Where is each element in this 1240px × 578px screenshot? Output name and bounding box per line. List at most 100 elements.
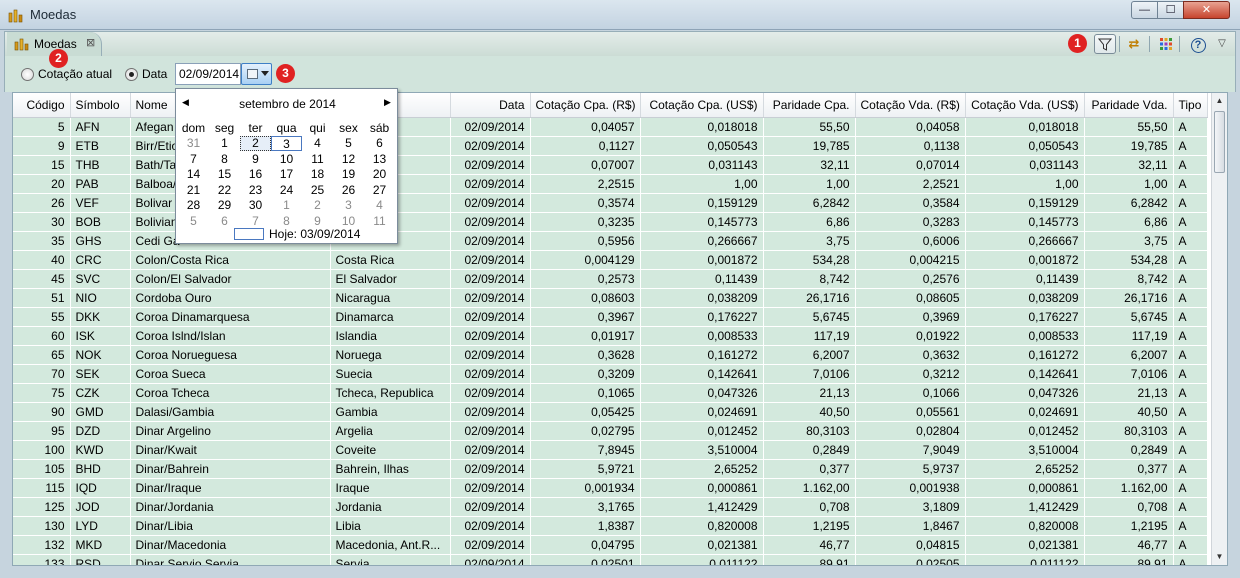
table-cell: A xyxy=(1173,136,1208,156)
table-row[interactable]: 90 GMD Dalasi/Gambia Gambia 02/09/2014 0,0542… xyxy=(13,402,1208,422)
column-header[interactable]: Paridade Cpa. xyxy=(763,93,856,118)
table-row[interactable]: 45 SVC Colon/El Salvador El Salvador 02/09/2… xyxy=(13,269,1208,289)
table-row[interactable]: 65 NOK Coroa Norueguesa Noruega 02/09/2014 0,… xyxy=(13,345,1208,365)
calendar-day[interactable]: 14 xyxy=(178,167,209,182)
table-row[interactable]: 105 BHD Dinar/Bahrein Bahrein, Ilhas 02/09/2… xyxy=(13,459,1208,479)
calendar-day[interactable]: 28 xyxy=(178,198,209,213)
calendar-day[interactable]: 22 xyxy=(209,183,240,198)
calendar-day[interactable]: 8 xyxy=(271,214,302,229)
calendar-day[interactable]: 29 xyxy=(209,198,240,213)
tab-close-icon[interactable]: ⊠ xyxy=(86,36,95,49)
table-row[interactable]: 75 CZK Coroa Tcheca Tcheca, Republica 02/09/… xyxy=(13,383,1208,403)
calendar-day[interactable]: 20 xyxy=(364,167,395,182)
calendar-day[interactable]: 6 xyxy=(364,136,395,151)
table-cell: 6,2007 xyxy=(763,345,856,365)
table-row[interactable]: 133 RSD Dinar Servio Servia Servia 02/09/201… xyxy=(13,554,1208,565)
table-row[interactable]: 132 MKD Dinar/Macedonia Macedonia, Ant.R...… xyxy=(13,535,1208,555)
calendar-day[interactable]: 3 xyxy=(333,198,364,213)
calendar-day[interactable]: 13 xyxy=(364,152,395,167)
calendar-day[interactable]: 31 xyxy=(178,136,209,151)
calendar-day[interactable]: 8 xyxy=(209,152,240,167)
calendar-day[interactable]: 11 xyxy=(302,152,333,167)
column-header[interactable]: Tipo xyxy=(1173,93,1208,118)
table-cell: Dinar/Jordania xyxy=(130,497,331,517)
calendar-day[interactable]: 17 xyxy=(271,167,302,182)
table-cell: 3,75 xyxy=(763,231,856,251)
calendar-day[interactable]: 5 xyxy=(333,136,364,151)
table-cell: 0,708 xyxy=(1084,497,1174,517)
calendar-day[interactable]: 16 xyxy=(240,167,271,182)
column-header[interactable]: Cotação Cpa. (R$) xyxy=(530,93,641,118)
minimize-button[interactable]: — xyxy=(1131,1,1158,19)
table-row[interactable]: 55 DKK Coroa Dinamarquesa Dinamarca 02/09/20… xyxy=(13,307,1208,327)
date-radio[interactable] xyxy=(125,68,138,81)
vertical-scrollbar[interactable]: ▲ ▼ xyxy=(1211,93,1227,565)
next-month-icon[interactable]: ▶ xyxy=(384,97,391,108)
table-cell: 0,02795 xyxy=(530,421,641,441)
calendar-day[interactable]: 7 xyxy=(240,214,271,229)
table-cell: 0,08603 xyxy=(530,288,641,308)
calendar-day[interactable]: 4 xyxy=(364,198,395,213)
column-header[interactable]: Paridade Vda. xyxy=(1084,93,1174,118)
calendar-day[interactable]: 1 xyxy=(209,136,240,151)
column-header[interactable]: Código xyxy=(13,93,71,118)
scroll-up-icon[interactable]: ▲ xyxy=(1212,93,1227,109)
calendar-day[interactable]: 9 xyxy=(302,214,333,229)
table-cell: 0,04815 xyxy=(855,535,966,555)
calendar-day[interactable]: 6 xyxy=(209,214,240,229)
calendar-day[interactable]: 10 xyxy=(271,152,302,167)
column-header[interactable]: Cotação Vda. (R$) xyxy=(855,93,966,118)
column-header[interactable]: Cotação Vda. (US$) xyxy=(965,93,1085,118)
today-button[interactable]: Hoje: 03/09/2014 xyxy=(269,227,360,241)
scroll-down-icon[interactable]: ▼ xyxy=(1212,549,1227,565)
scroll-thumb[interactable] xyxy=(1214,111,1225,173)
calendar-day[interactable]: 15 xyxy=(209,167,240,182)
calendar-day[interactable]: 19 xyxy=(333,167,364,182)
table-row[interactable]: 60 ISK Coroa Islnd/Islan Islandia 02/09/2014… xyxy=(13,326,1208,346)
calendar-day[interactable]: 4 xyxy=(302,136,333,151)
calendar-day[interactable]: 12 xyxy=(333,152,364,167)
table-row[interactable]: 125 JOD Dinar/Jordania Jordania 02/09/2014 3,… xyxy=(13,497,1208,517)
calendar-day[interactable]: 27 xyxy=(364,183,395,198)
calendar-day[interactable]: 21 xyxy=(178,183,209,198)
column-header[interactable]: Símbolo xyxy=(70,93,131,118)
date-input[interactable]: 02/09/2014 xyxy=(175,63,241,85)
calendar-day[interactable]: 3 xyxy=(271,136,302,151)
calendar-day[interactable]: 11 xyxy=(364,214,395,229)
table-cell: 0,011122 xyxy=(965,554,1085,565)
table-row[interactable]: 100 KWD Dinar/Kwait Coveite 02/09/2014 7,8945… xyxy=(13,440,1208,460)
close-window-button[interactable]: ✕ xyxy=(1183,1,1230,19)
table-row[interactable]: 95 DZD Dinar Argelino Argelia 02/09/2014 0,02… xyxy=(13,421,1208,441)
calendar-day[interactable]: 10 xyxy=(333,214,364,229)
calendar-day[interactable]: 23 xyxy=(240,183,271,198)
table-row[interactable]: 70 SEK Coroa Sueca Suecia 02/09/2014 0,3209 0,… xyxy=(13,364,1208,384)
table-row[interactable]: 115 IQD Dinar/Iraque Iraque 02/09/2014 0,0019… xyxy=(13,478,1208,498)
filter-button[interactable] xyxy=(1094,34,1116,54)
column-header[interactable]: Data xyxy=(450,93,531,118)
calendar-popup: ◀ setembro de 2014 ▶ Hoje: 03/09/2014 do… xyxy=(175,88,398,244)
current-quote-radio[interactable] xyxy=(21,68,34,81)
table-row[interactable]: 40 CRC Colon/Costa Rica Costa Rica 02/09/201… xyxy=(13,250,1208,270)
maximize-button[interactable]: ☐ xyxy=(1157,1,1184,19)
calendar-day[interactable]: 7 xyxy=(178,152,209,167)
date-picker-button[interactable] xyxy=(241,63,272,85)
calendar-day[interactable]: 24 xyxy=(271,183,302,198)
calendar-day[interactable]: 25 xyxy=(302,183,333,198)
calendar-day[interactable]: 26 xyxy=(333,183,364,198)
calendar-day[interactable]: 2 xyxy=(302,198,333,213)
calendar-day[interactable]: 2 xyxy=(240,136,271,151)
columns-button[interactable] xyxy=(1155,34,1177,54)
view-menu-button[interactable]: ▽ xyxy=(1211,34,1233,54)
calendar-day[interactable]: 9 xyxy=(240,152,271,167)
calendar-day[interactable]: 1 xyxy=(271,198,302,213)
refresh-button[interactable]: ⇄ xyxy=(1123,34,1145,54)
calendar-day[interactable]: 30 xyxy=(240,198,271,213)
table-row[interactable]: 130 LYD Dinar/Libia Libia 02/09/2014 1,8387 0,… xyxy=(13,516,1208,536)
calendar-day[interactable]: 5 xyxy=(178,214,209,229)
table-cell: 0,001872 xyxy=(640,250,764,270)
help-button[interactable]: ? xyxy=(1187,34,1209,54)
table-cell: 35 xyxy=(13,231,71,251)
calendar-day[interactable]: 18 xyxy=(302,167,333,182)
column-header[interactable]: Cotação Cpa. (US$) xyxy=(640,93,764,118)
table-row[interactable]: 51 NIO Cordoba Ouro Nicaragua 02/09/2014 0,08… xyxy=(13,288,1208,308)
